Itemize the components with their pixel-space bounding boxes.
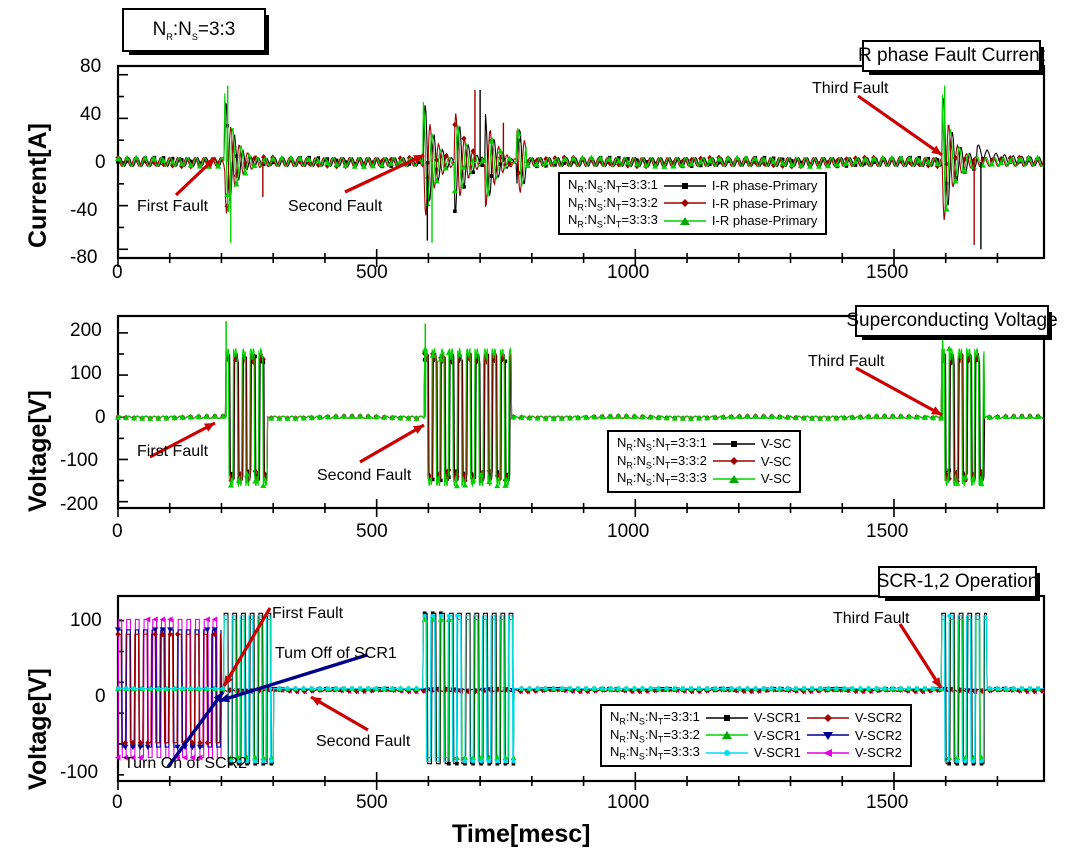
ytick-vsc-4: -200 <box>60 494 99 515</box>
legend-row[interactable]: NR:NS:NT=3:3:2 I-R phase-Primary <box>565 195 820 213</box>
panel-title-text: Superconducting Voltage <box>846 310 1058 331</box>
legend-label: I-R phase-Primary <box>711 195 818 211</box>
legend-label: V-SC <box>760 436 792 452</box>
legend-key <box>710 435 758 453</box>
xlabel-time: Time[mesc] <box>452 820 591 848</box>
anno-second-fault-p3: Second Fault <box>316 733 411 750</box>
ytick-scr-1: 0 <box>95 686 106 707</box>
anno-turn-on-scr2: Turn On of SCR2 <box>124 755 248 772</box>
legend-ratio: NR:NS:NT=3:3:3 <box>610 744 700 762</box>
ytick-scr-2: -100 <box>60 762 99 783</box>
legend-label: V-SCR2 <box>854 745 902 761</box>
xtick-0: 0 <box>112 792 123 813</box>
legend-label: V-SCR2 <box>854 710 902 726</box>
legend-row[interactable]: NR:NS:NT=3:3:1 V-SC <box>614 435 794 453</box>
anno-first-fault-p3: First Fault <box>272 605 344 622</box>
legend-row[interactable]: NR:NS:NT=3:3:2 V-SCR1 V-SCR2 <box>607 727 905 745</box>
xtick-2: 1000 <box>607 521 650 542</box>
legend-ratio: NR:NS:NT=3:3:1 <box>610 709 700 727</box>
legend-key <box>804 727 852 745</box>
legend-table: NR:NS:NT=3:3:1 I-R phase-Primary NR:NS:N… <box>565 177 820 230</box>
ytick-current-0: 80 <box>80 56 102 77</box>
ytick-vsc-0: 200 <box>70 320 102 341</box>
legend-label: V-SC <box>760 453 792 469</box>
legend-ratio: NR:NS:NT=3:3:2 <box>617 452 707 471</box>
legend-panel-scr: NR:NS:NT=3:3:1 V-SCR1 V-SCR2 NR:NS:NT=3:… <box>600 704 912 767</box>
xtick-1: 500 <box>356 262 388 283</box>
legend-key <box>703 727 751 745</box>
legend-key <box>661 195 709 213</box>
legend-label: V-SCR1 <box>753 745 801 761</box>
legend-label: I-R phase-Primary <box>711 213 818 229</box>
legend-key <box>804 709 852 727</box>
legend-label: I-R phase-Primary <box>711 178 818 194</box>
legend-key <box>703 709 751 727</box>
panel-title-scr: SCR-1,2 Operation <box>877 566 1040 601</box>
legend-ratio: NR:NS:NT=3:3:3 <box>617 470 707 488</box>
legend-key <box>703 744 751 762</box>
ytick-current-1: 40 <box>80 104 102 125</box>
xtick-3: 1500 <box>866 521 909 542</box>
legend-panel-current: NR:NS:NT=3:3:1 I-R phase-Primary NR:NS:N… <box>558 172 828 235</box>
xtick-3: 1500 <box>866 792 909 813</box>
legend-label: V-SCR1 <box>753 727 801 743</box>
anno-second-fault-p2: Second Fault <box>317 467 412 484</box>
legend-row[interactable]: NR:NS:NT=3:3:3 I-R phase-Primary <box>565 212 820 230</box>
legend-key <box>710 470 758 488</box>
legend-label: V-SCR2 <box>854 727 902 743</box>
corner-ratio-label: NR:NS=3:3 <box>122 8 269 55</box>
ytick-vsc-2: 0 <box>95 407 106 428</box>
panel-title-text: R phase Fault Current <box>858 45 1045 66</box>
legend-table: NR:NS:NT=3:3:1 V-SC NR:NS:NT=3:3:2 V-SC … <box>614 435 794 488</box>
xtick-1: 500 <box>356 792 388 813</box>
ytick-vsc-1: 100 <box>70 363 102 384</box>
anno-first-fault-p2: First Fault <box>137 443 209 460</box>
ytick-scr-0: 100 <box>70 610 102 631</box>
xtick-0: 0 <box>112 521 123 542</box>
legend-ratio: NR:NS:NT=3:3:1 <box>617 435 707 453</box>
anno-third-fault-p1: Third Fault <box>812 80 889 97</box>
legend-row[interactable]: NR:NS:NT=3:3:1 I-R phase-Primary <box>565 177 820 195</box>
legend-ratio: NR:NS:NT=3:3:2 <box>568 194 658 213</box>
legend-table: NR:NS:NT=3:3:1 V-SCR1 V-SCR2 NR:NS:NT=3:… <box>607 709 905 762</box>
ylabel-scr: Voltage[V] <box>24 668 52 790</box>
legend-key <box>661 212 709 230</box>
anno-third-fault-p2: Third Fault <box>808 353 885 370</box>
anno-turn-off-scr1: Tum Off of SCR1 <box>275 645 397 662</box>
xtick-3: 1500 <box>866 262 909 283</box>
xtick-1: 500 <box>356 521 388 542</box>
legend-key <box>661 177 709 195</box>
legend-row[interactable]: NR:NS:NT=3:3:2 V-SC <box>614 453 794 471</box>
panel-title-voltage-sc: Superconducting Voltage <box>846 305 1058 340</box>
anno-third-fault-p3: Third Fault <box>833 610 910 627</box>
ytick-current-3: -40 <box>70 200 98 221</box>
ylabel-current: Current[A] <box>24 123 52 248</box>
xtick-2: 1000 <box>607 262 650 283</box>
legend-row[interactable]: NR:NS:NT=3:3:1 V-SCR1 V-SCR2 <box>607 709 905 727</box>
legend-ratio: NR:NS:NT=3:3:2 <box>610 726 700 745</box>
legend-ratio: NR:NS:NT=3:3:3 <box>568 212 658 230</box>
xtick-2: 1000 <box>607 792 650 813</box>
anno-second-fault-p1: Second Fault <box>288 198 383 215</box>
ytick-vsc-3: -100 <box>60 450 99 471</box>
legend-ratio: NR:NS:NT=3:3:1 <box>568 177 658 195</box>
legend-panel-voltage-sc: NR:NS:NT=3:3:1 V-SC NR:NS:NT=3:3:2 V-SC … <box>607 430 802 493</box>
ylabel-voltage-sc: Voltage[V] <box>24 390 52 512</box>
legend-key <box>804 744 852 762</box>
panel-title-current: R phase Fault Current <box>858 40 1045 75</box>
legend-label: V-SCR1 <box>753 710 801 726</box>
legend-row[interactable]: NR:NS:NT=3:3:3 V-SCR1 V-SCR2 <box>607 744 905 762</box>
ytick-current-2: 0 <box>95 152 106 173</box>
ytick-current-4: -80 <box>70 247 98 268</box>
corner-ratio-text: NR:NS=3:3 <box>152 18 236 42</box>
legend-row[interactable]: NR:NS:NT=3:3:3 V-SC <box>614 470 794 488</box>
legend-key <box>710 453 758 471</box>
legend-label: V-SC <box>760 471 792 487</box>
xtick-0: 0 <box>112 262 123 283</box>
anno-first-fault-p1: First Fault <box>137 198 209 215</box>
panel-title-text: SCR-1,2 Operation <box>876 571 1039 592</box>
